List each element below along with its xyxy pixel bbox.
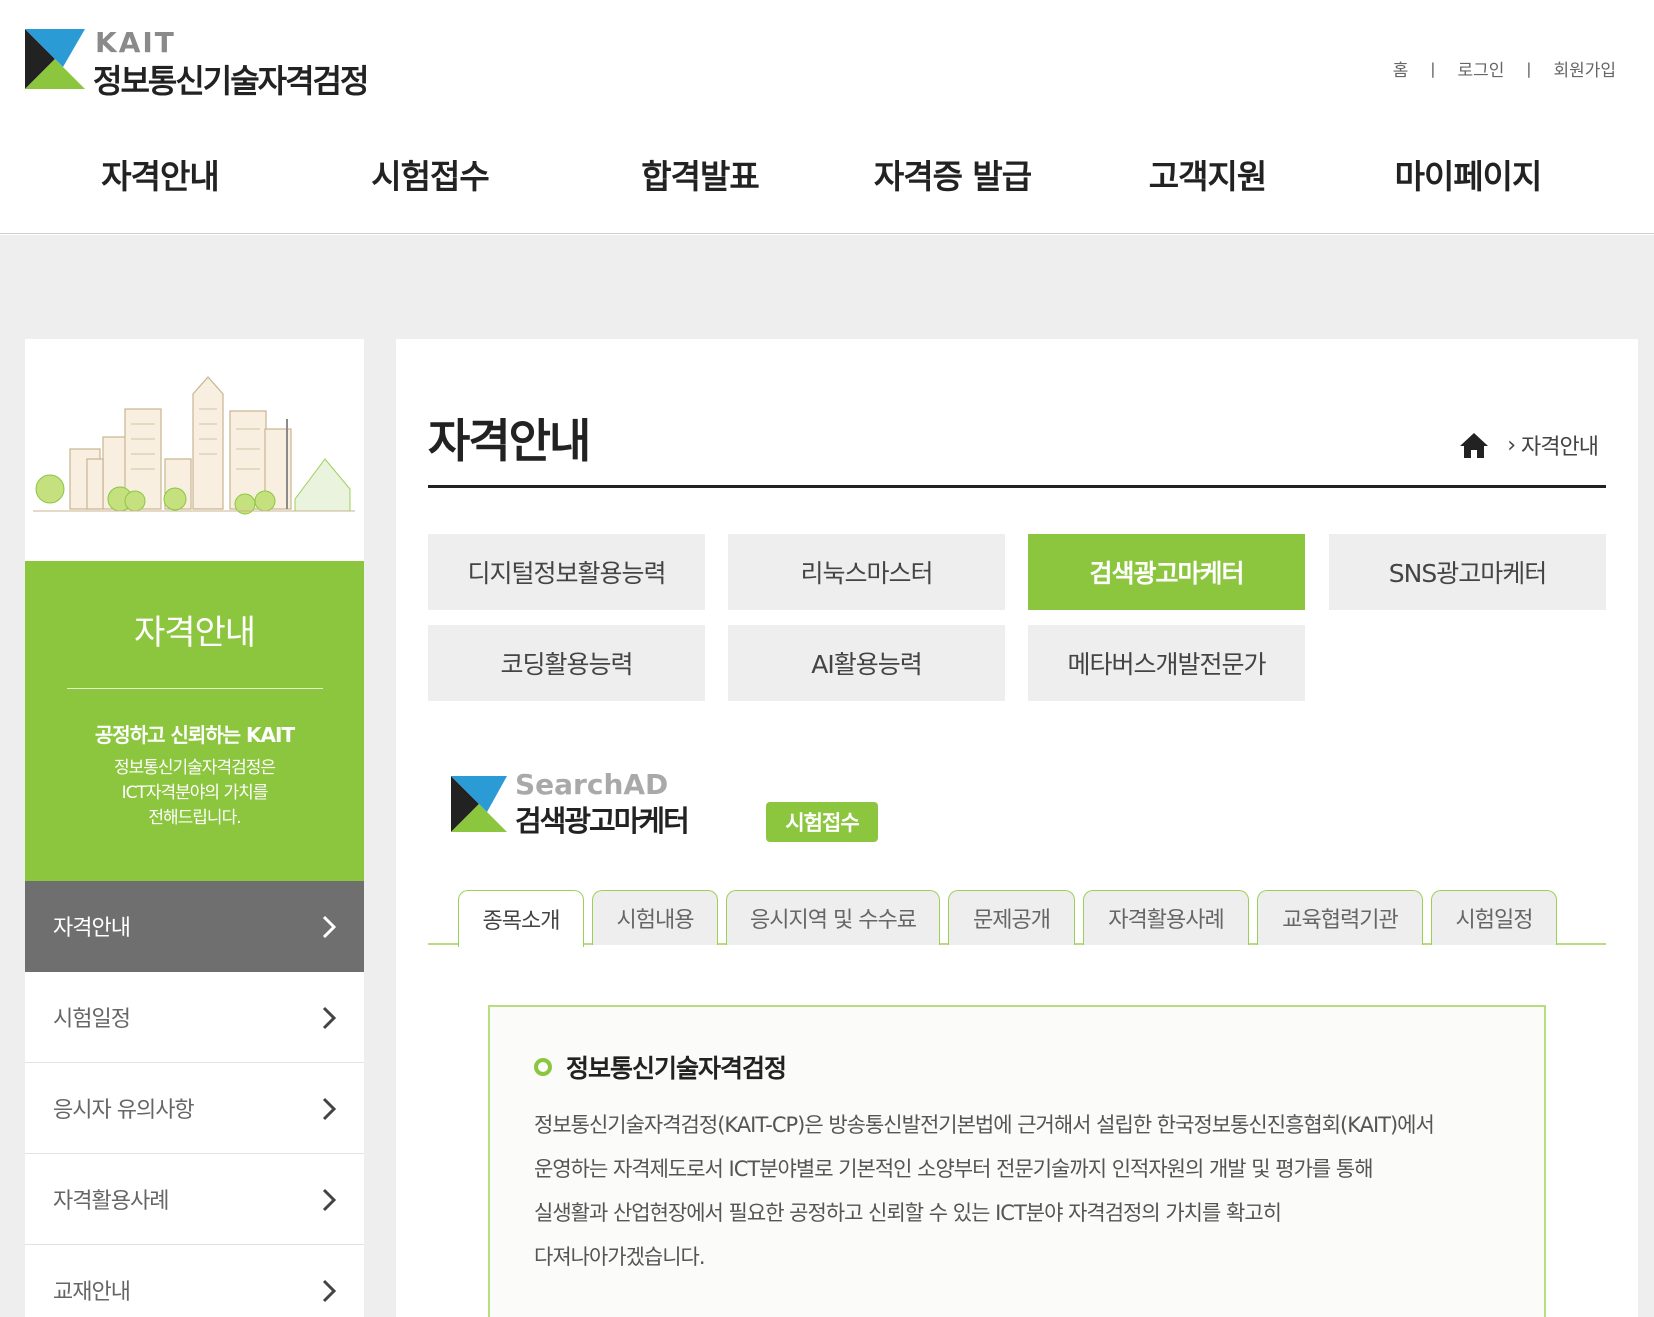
sidebar-item-usecases[interactable]: 자격활용사례 [25, 1154, 364, 1245]
sidebar-slogan: 공정하고 신뢰하는 KAIT [94, 723, 295, 747]
sidebar-item-label: 교재안내 [53, 1280, 131, 1305]
info-line: 다져나아가겠습니다. [534, 1245, 706, 1269]
home-icon[interactable] [1459, 431, 1489, 459]
cert-search-ad-marketer[interactable]: 검색광고마케터 [1028, 534, 1305, 610]
breadcrumb-separator: › [1507, 432, 1516, 458]
brand-en-text: SearchAD [515, 768, 669, 801]
page-title: 자격안내 [428, 414, 591, 468]
detail-tabs: 종목소개 시험내용 응시지역 및 수수료 문제공개 자격활용사례 교육협력기관 … [428, 890, 1606, 947]
sidebar-item-label: 시험일정 [53, 1007, 131, 1032]
searchad-logo-icon [451, 776, 507, 832]
chevron-right-icon [322, 1006, 337, 1030]
gnb-item-exam-apply[interactable]: 시험접수 [320, 150, 540, 198]
gnb-item-support[interactable]: 고객지원 [1045, 150, 1370, 198]
breadcrumb: › 자격안내 [1459, 429, 1599, 461]
sidebar-item-label: 자격활용사례 [53, 1189, 169, 1214]
cert-sns-ad-marketer[interactable]: SNS광고마케터 [1329, 534, 1606, 610]
sidebar-desc-line: ICT자격분야의 가치를 [121, 783, 269, 803]
utility-nav: 홈 | 로그인 | 회원가입 [1393, 56, 1616, 82]
gnb-item-qualification[interactable]: 자격안내 [0, 150, 320, 198]
exam-apply-button[interactable]: 시험접수 [766, 802, 878, 842]
logo-ko-text: 정보통신기술자격검정 [93, 62, 369, 100]
sidebar-desc-line: 정보통신기술자격검정은 [113, 758, 276, 778]
sidebar-item-textbook[interactable]: 교재안내 [25, 1245, 364, 1317]
tab-partners[interactable]: 교육협력기관 [1257, 890, 1423, 945]
sidebar-desc: 정보통신기술자격검정은 ICT자격분야의 가치를 전해드립니다. [25, 756, 364, 831]
info-line: 운영하는 자격제도로서 ICT분야별로 기본적인 소양부터 전문기술까지 인적자… [534, 1157, 1374, 1181]
sidebar: 자격안내 공정하고 신뢰하는 KAIT 정보통신기술자격검정은 ICT자격분야의… [25, 339, 364, 1317]
title-underline [428, 485, 1606, 488]
logo-en-text: KAIT [95, 26, 176, 59]
main-nav: 자격안내 시험접수 합격발표 자격증 발급 고객지원 마이페이지 [0, 150, 1654, 198]
site-header: KAIT 정보통신기술자격검정 홈 | 로그인 | 회원가입 자격안내 시험접수… [0, 0, 1654, 234]
divider [66, 688, 323, 689]
info-line: 정보통신기술자격검정(KAIT-CP)은 방송통신발전기본법에 근거해서 설립한… [534, 1113, 1435, 1137]
sidebar-item-label: 응시자 유의사항 [53, 1098, 195, 1123]
sidebar-item-label: 자격안내 [53, 916, 131, 941]
cert-coding[interactable]: 코딩활용능력 [428, 625, 705, 701]
content-panel: 자격안내 › 자격안내 디지털정보활용능력 리눅스마스터 검색광고마케터 SNS… [396, 339, 1638, 1317]
info-heading: 정보통신기술자격검정 [534, 1049, 787, 1085]
gnb-item-mypage[interactable]: 마이페이지 [1378, 150, 1558, 198]
gnb-item-certificate[interactable]: 자격증 발급 [860, 150, 1045, 198]
tab-overview[interactable]: 종목소개 [458, 890, 584, 947]
cert-metaverse[interactable]: 메타버스개발전문가 [1028, 625, 1305, 701]
breadcrumb-current[interactable]: 자격안내 [1521, 429, 1599, 461]
tab-questions[interactable]: 문제공개 [948, 890, 1075, 945]
city-buildings-icon [33, 376, 355, 515]
city-illustration [25, 339, 364, 561]
util-home-link[interactable]: 홈 [1393, 56, 1409, 81]
brand-ko-text: 검색광고마케터 [515, 804, 690, 838]
gnb-item-results[interactable]: 합격발표 [540, 150, 860, 198]
sidebar-item-notice[interactable]: 응시자 유의사항 [25, 1063, 364, 1154]
sidebar-hero-title: 자격안내 [133, 613, 256, 653]
util-login-link[interactable]: 로그인 [1457, 56, 1504, 81]
tab-usecases[interactable]: 자격활용사례 [1083, 890, 1249, 945]
info-line: 실생활과 산업현장에서 필요한 공정하고 신뢰할 수 있는 ICT분야 자격검정… [534, 1201, 1282, 1225]
info-body: 정보통신기술자격검정(KAIT-CP)은 방송통신발전기본법에 근거해서 설립한… [534, 1103, 1514, 1279]
tab-exam-content[interactable]: 시험내용 [592, 890, 718, 945]
util-separator: | [1526, 59, 1532, 78]
cert-digital-info[interactable]: 디지털정보활용능력 [428, 534, 705, 610]
chevron-right-icon [322, 1097, 337, 1121]
sidebar-menu: 자격안내 시험일정 응시자 유의사항 자격활용사례 교재안내 [25, 881, 364, 1317]
kait-logo[interactable]: KAIT 정보통신기술자격검정 [25, 26, 385, 100]
info-title: 정보통신기술자격검정 [566, 1054, 787, 1083]
util-signup-link[interactable]: 회원가입 [1553, 56, 1616, 81]
kait-logo-icon [25, 29, 85, 89]
sidebar-item-schedule[interactable]: 시험일정 [25, 972, 364, 1063]
chevron-right-icon [322, 915, 337, 939]
cert-linux-master[interactable]: 리눅스마스터 [728, 534, 1005, 610]
sidebar-item-qualification[interactable]: 자격안내 [25, 881, 364, 972]
tab-region-fee[interactable]: 응시지역 및 수수료 [726, 890, 940, 945]
sidebar-hero: 자격안내 공정하고 신뢰하는 KAIT 정보통신기술자격검정은 ICT자격분야의… [25, 561, 364, 881]
util-separator: | [1430, 59, 1436, 78]
sidebar-desc-line: 전해드립니다. [148, 808, 241, 828]
cert-ai[interactable]: AI활용능력 [728, 625, 1005, 701]
chevron-right-icon [322, 1188, 337, 1212]
info-box: 정보통신기술자격검정 정보통신기술자격검정(KAIT-CP)은 방송통신발전기본… [488, 1005, 1546, 1317]
bullet-circle-icon [534, 1058, 552, 1076]
cert-brand: SearchAD 검색광고마케터 시험접수 [451, 768, 878, 844]
tab-schedule[interactable]: 시험일정 [1431, 890, 1557, 945]
chevron-right-icon [322, 1279, 337, 1303]
